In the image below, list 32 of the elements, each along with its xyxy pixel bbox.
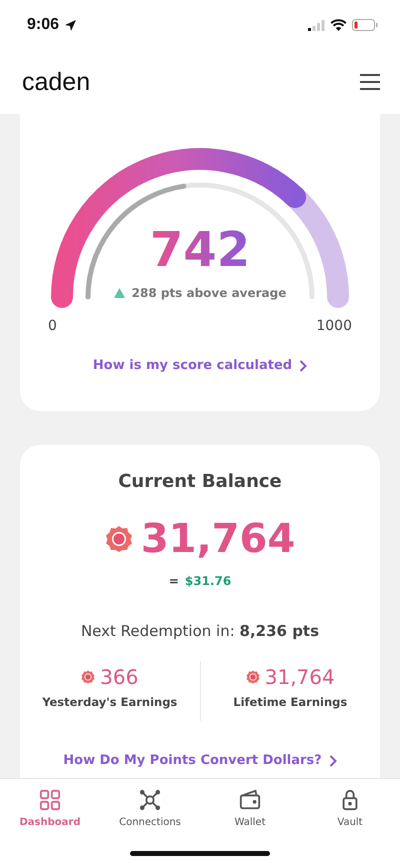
points-balance: 31,764	[140, 515, 296, 564]
nav-tab[interactable]: Wallet	[200, 779, 300, 829]
battery-icon	[352, 19, 378, 31]
up-triangle-icon	[114, 288, 125, 298]
grid-icon	[38, 789, 62, 811]
wifi-icon	[330, 19, 347, 31]
dollar-value: $31.76	[184, 574, 232, 588]
points-badge-icon	[104, 525, 133, 553]
max-label: 1000	[316, 318, 352, 334]
network-icon	[138, 789, 162, 811]
comparison-text: 288 pts above average	[132, 286, 286, 300]
nav-tab[interactable]: Vault	[300, 779, 400, 829]
status-time: 9:06	[27, 16, 60, 34]
stat-label: Lifetime Earnings	[233, 695, 348, 709]
next-redemption-text: Next Redemption in: 8,236 pts	[80, 622, 320, 640]
stat-value: 31,764	[264, 665, 335, 689]
points-info-link[interactable]: How Do My Points Convert Dollars?	[63, 753, 337, 768]
location-arrow-icon	[64, 18, 78, 32]
score-info-link[interactable]: How is my score calculated	[92, 358, 308, 373]
stat-value: 366	[100, 665, 138, 689]
nav-tab[interactable]: Connections	[100, 779, 200, 829]
logo: caden	[22, 68, 90, 96]
chevron-right-icon	[299, 360, 308, 372]
chevron-right-icon	[328, 754, 337, 766]
signal-icon	[308, 20, 325, 30]
equals-sign: =	[168, 574, 179, 588]
min-label: 0	[48, 318, 57, 334]
card-title: Current Balance	[118, 471, 282, 492]
points-badge-icon	[81, 670, 96, 684]
stat-label: Yesterday's Earnings	[42, 695, 178, 709]
wallet-icon	[238, 789, 262, 811]
points-badge-icon	[246, 670, 260, 684]
